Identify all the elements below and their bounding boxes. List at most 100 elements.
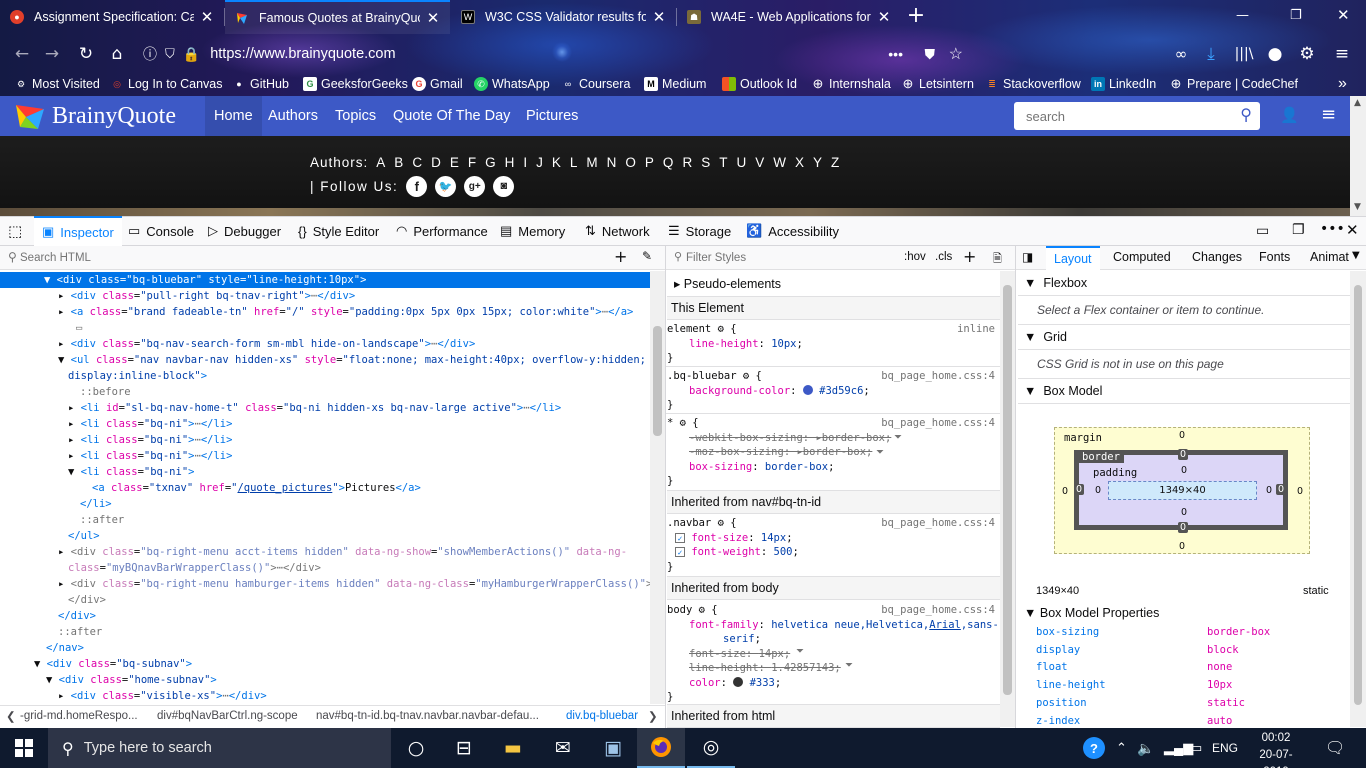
network-icon[interactable]: ▂▄▆ <box>1164 728 1193 768</box>
author-letter-link[interactable]: G <box>485 155 497 170</box>
back-button[interactable]: ← <box>10 42 34 66</box>
bookmark-stackoverflow[interactable]: ≣ Stackoverflow <box>985 75 1081 93</box>
rule-body[interactable]: body ⚙ {bq_page_home.css:4 font-family: … <box>667 603 1000 705</box>
box-model-section-toggle[interactable]: ▼ Box Model <box>1018 378 1350 404</box>
language-indicator[interactable]: ENG <box>1212 728 1238 768</box>
breadcrumb-item-current[interactable]: div.bq-bluebar <box>566 706 638 726</box>
tab-assignment[interactable]: ● Assignment Specification: Cas ✕ <box>0 0 224 34</box>
bookmarks-overflow-button[interactable]: » <box>1338 75 1347 93</box>
clock[interactable]: 00:02 20-07-2019 <box>1252 730 1300 778</box>
content-size[interactable]: 1349×40 <box>1159 485 1206 496</box>
markup-line[interactable]: </div> <box>58 608 96 624</box>
markup-line[interactable]: ▸ <li class="bq-ni">⋯</li> <box>68 432 232 448</box>
hov-toggle[interactable]: :hov <box>904 251 926 263</box>
rule-element[interactable]: element ⚙ {inline line-height: 10px; } <box>667 322 1000 366</box>
new-tab-button[interactable]: + <box>906 4 926 28</box>
prop-value[interactable]: border-box <box>803 446 866 458</box>
prop-name[interactable]: -webkit-box-sizing <box>689 432 803 444</box>
bookmark-star-icon[interactable]: ☆ <box>949 44 963 64</box>
scroll-down-arrow-icon[interactable]: ▼ <box>1354 202 1361 212</box>
author-letter-link[interactable]: O <box>625 155 637 170</box>
tabs-overflow-icon[interactable]: ▼ <box>1352 250 1360 261</box>
markup-scrollbar[interactable] <box>650 271 665 704</box>
nav-topics[interactable]: Topics <box>326 96 385 136</box>
filter-styles-input[interactable] <box>686 248 886 268</box>
border-bottom-value[interactable]: 0 <box>1178 522 1189 533</box>
bookmark-codechef[interactable]: ⊕ Prepare | CodeChef <box>1169 75 1298 93</box>
padding-top-value[interactable]: 0 <box>1181 465 1187 476</box>
tab-network[interactable]: ⇅ Network <box>585 216 650 246</box>
firefox-icon[interactable] <box>637 728 685 768</box>
tab-memory[interactable]: ▤ Memory <box>500 216 565 246</box>
private-mask-icon[interactable]: ∞ <box>1170 42 1192 66</box>
taskbar-search-box[interactable]: ⚲ Type here to search <box>48 728 391 768</box>
bookmark-letsintern[interactable]: ⊕ Letsintern <box>901 75 974 93</box>
bookmark-whatsapp[interactable]: ✆ WhatsApp <box>474 75 550 93</box>
restore-button[interactable]: ❐ <box>1290 8 1302 23</box>
breadcrumb-item[interactable]: nav#bq-tn-id.bq-tnav.navbar.navbar-defau… <box>316 706 539 726</box>
color-swatch[interactable] <box>802 384 813 395</box>
rule-source[interactable]: bq_page_home.css:4 <box>881 603 995 618</box>
window-close-button[interactable]: ✕ <box>1337 6 1350 24</box>
battery-icon[interactable]: ▭ <box>1190 728 1202 768</box>
tab-layout[interactable]: Layout <box>1046 246 1100 271</box>
tab-w3c[interactable]: W W3C CSS Validator results for ✕ <box>451 0 676 34</box>
filter-funnel-icon[interactable]: ⏷ <box>876 447 884 458</box>
markup-line[interactable]: ▸ <div class="pull-right bq-tnav-right">… <box>58 288 355 304</box>
nav-authors[interactable]: Authors <box>259 96 327 136</box>
prop-name[interactable]: box-sizing <box>689 461 752 473</box>
prop-value[interactable]: helvetica neue,Helvetica, <box>771 619 929 631</box>
markup-line[interactable]: </div> <box>68 592 106 608</box>
tray-expand-icon[interactable]: ⌃ <box>1116 728 1127 768</box>
breadcrumb-item[interactable]: -grid-md.homeRespo... <box>20 706 138 726</box>
markup-line[interactable]: ▸ <div class="bq-right-menu acct-items h… <box>58 544 627 560</box>
instagram-icon[interactable]: ◙ <box>493 175 515 197</box>
tab-style-editor[interactable]: {} Style Editor <box>298 216 379 246</box>
bookmark-coursera[interactable]: ∞ Coursera <box>561 75 631 93</box>
bookmark-geeksforgeeks[interactable]: G GeeksforGeeks <box>303 75 408 93</box>
prop-name[interactable]: font-weight <box>691 546 761 558</box>
markup-line[interactable]: ::after <box>58 624 102 640</box>
markup-line[interactable]: ▼ <div class="bq-subnav"> <box>34 656 192 672</box>
filter-funnel-icon[interactable]: ⏷ <box>894 432 902 443</box>
box-model-border[interactable]: border 0 0 0 0 padding 0 0 0 0 1349×40 <box>1074 449 1288 533</box>
forward-button[interactable]: → <box>40 42 64 66</box>
prop-name[interactable]: font-size <box>691 532 748 544</box>
tab-animations[interactable]: Animat <box>1310 250 1349 264</box>
bookmark-canvas[interactable]: ◎ Log In to Canvas <box>110 75 222 93</box>
help-icon[interactable]: ? <box>1083 728 1105 768</box>
markup-line[interactable]: class="myBQnavBarWrapperClass()">⋯</div> <box>68 560 321 576</box>
padding-bottom-value[interactable]: 0 <box>1181 507 1187 518</box>
box-model-content[interactable]: 1349×40 <box>1108 481 1257 500</box>
bookmark-medium[interactable]: M Medium <box>644 75 706 93</box>
settings-gear-icon[interactable]: ⚙ <box>1296 42 1318 66</box>
scrollbar-thumb[interactable] <box>653 326 662 436</box>
cls-toggle[interactable]: .cls <box>935 251 952 263</box>
markup-line[interactable]: ▼ <div class="home-subnav"> <box>46 672 217 688</box>
tab-inspector[interactable]: ▣ Inspector <box>34 216 122 246</box>
page-actions-icon[interactable]: ••• <box>888 46 903 62</box>
border-top-value[interactable]: 0 <box>1178 449 1189 460</box>
menu-icon[interactable]: ≡ <box>1330 42 1354 66</box>
notifications-icon[interactable]: 🗨 <box>1325 728 1345 768</box>
toggle-sidebar-icon[interactable]: ◨ <box>1022 250 1033 264</box>
markup-line[interactable]: ::before <box>80 384 131 400</box>
author-letter-link[interactable]: U <box>736 155 747 170</box>
scroll-up-arrow-icon[interactable]: ▲ <box>1354 98 1361 108</box>
close-icon[interactable]: ✕ <box>877 8 891 26</box>
author-letter-link[interactable]: Y <box>813 155 823 170</box>
margin-top-value[interactable]: 0 <box>1179 430 1185 441</box>
google-plus-icon[interactable]: g+ <box>464 175 486 197</box>
filter-funnel-icon[interactable]: ⏷ <box>796 646 804 657</box>
markup-line[interactable]: ▼ <li class="bq-ni"> <box>68 464 194 480</box>
twitter-icon[interactable]: 🐦 <box>435 175 457 197</box>
home-icon[interactable]: ⌂ <box>104 42 130 66</box>
author-letter-link[interactable]: A <box>376 155 386 170</box>
color-swatch[interactable] <box>733 676 744 687</box>
rule-source[interactable]: bq_page_home.css:4 <box>881 516 995 531</box>
prop-name[interactable]: -moz-box-sizing <box>689 446 784 458</box>
border-left-value[interactable]: 0 <box>1074 484 1085 495</box>
facebook-icon[interactable]: f <box>406 175 428 197</box>
library-icon[interactable]: |||\ <box>1232 42 1256 66</box>
windows-start-icon[interactable] <box>0 728 48 768</box>
